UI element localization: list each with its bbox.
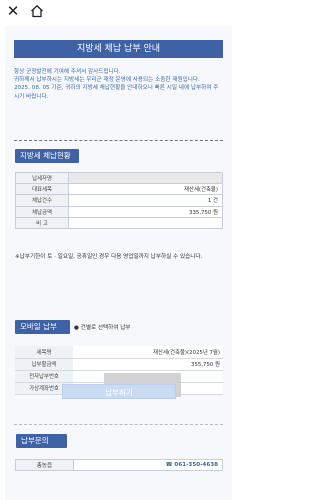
row-label: 전자납부번호: [15, 370, 73, 383]
row-value: 재산세(건축물)(2025년 7월): [73, 346, 223, 359]
row-label: 세목명: [15, 346, 73, 359]
table-row: 세목명 재산세(건축물)(2025년 7월): [15, 346, 223, 359]
deadline-note: ※납부기한이 토 · 일요일, 공휴일인 경우 다음 영업일까지 납부하실 수 …: [15, 254, 203, 260]
row-value: 355,750 원: [73, 358, 223, 371]
row-value: 1 건: [68, 194, 223, 207]
home-icon[interactable]: [29, 3, 45, 19]
page-title: 지방세 체납 납부 안내: [14, 40, 223, 58]
intro-text: 항상 군정발전에 기여해 주셔서 감사드립니다. 귀하께서 납부하시는 지방세는…: [14, 68, 223, 101]
intro-line: 2025. 08. 05 기준, 귀하의 지방세 체납현황을 안내하오니 빠른 …: [14, 85, 219, 100]
table-row: 비 고: [15, 216, 223, 229]
divider: [14, 424, 223, 425]
mobile-sub-note: ● 건별로 선택하여 납부: [74, 323, 131, 331]
pay-button[interactable]: 납부하기: [62, 384, 176, 399]
mobile-sub-note-text: 건별로 선택하여 납부: [80, 325, 131, 331]
close-icon[interactable]: ✕: [5, 3, 21, 19]
taxpayer-name-redacted: [68, 171, 223, 185]
row-value: 335,750 원: [68, 205, 223, 218]
table-row: 체납금액 335,750 원: [15, 205, 223, 218]
row-label: 납세자명: [15, 171, 69, 185]
row-label: 체납건수: [15, 194, 69, 207]
row-value: 재산세(건축물): [68, 183, 223, 196]
row-label: 비 고: [15, 216, 69, 229]
inquiry-table: 총농읍 ☎ 061-350-4638: [15, 459, 223, 471]
table-row: 총농읍 ☎ 061-350-4638: [15, 459, 223, 471]
section-heading-status: 지방세 체납현황: [15, 149, 79, 163]
intro-line: 귀하께서 납부하시는 지방세는 우리군 재정 운영에 사용되는 소중한 재원입니…: [14, 77, 200, 84]
row-value: [68, 216, 223, 229]
table-row: 체납건수 1 건: [15, 194, 223, 207]
inquiry-label: 총농읍: [15, 459, 74, 471]
divider: [14, 140, 223, 141]
arrears-table: 납세자명 대표세목 재산세(건축물) 체납건수 1 건 체납금액 335,750…: [15, 171, 223, 229]
row-label: 체납금액: [15, 205, 69, 218]
section-heading-inquiry: 납부문의: [16, 434, 67, 448]
bullet-icon: ●: [74, 325, 79, 331]
row-label: 대표세목: [15, 183, 69, 196]
intro-line: 항상 군정발전에 기여해 주셔서 감사드립니다.: [14, 69, 121, 75]
table-row: 납세자명: [15, 171, 223, 185]
row-label: 납부할금액: [15, 358, 73, 371]
top-bar: ✕: [0, 0, 237, 22]
phone-link[interactable]: ☎ 061-350-4638: [73, 459, 223, 471]
section-heading-mobile: 모바일 납부: [15, 320, 70, 334]
table-row: 납부할금액 355,750 원: [15, 358, 223, 371]
table-row: 대표세목 재산세(건축물): [15, 183, 223, 196]
